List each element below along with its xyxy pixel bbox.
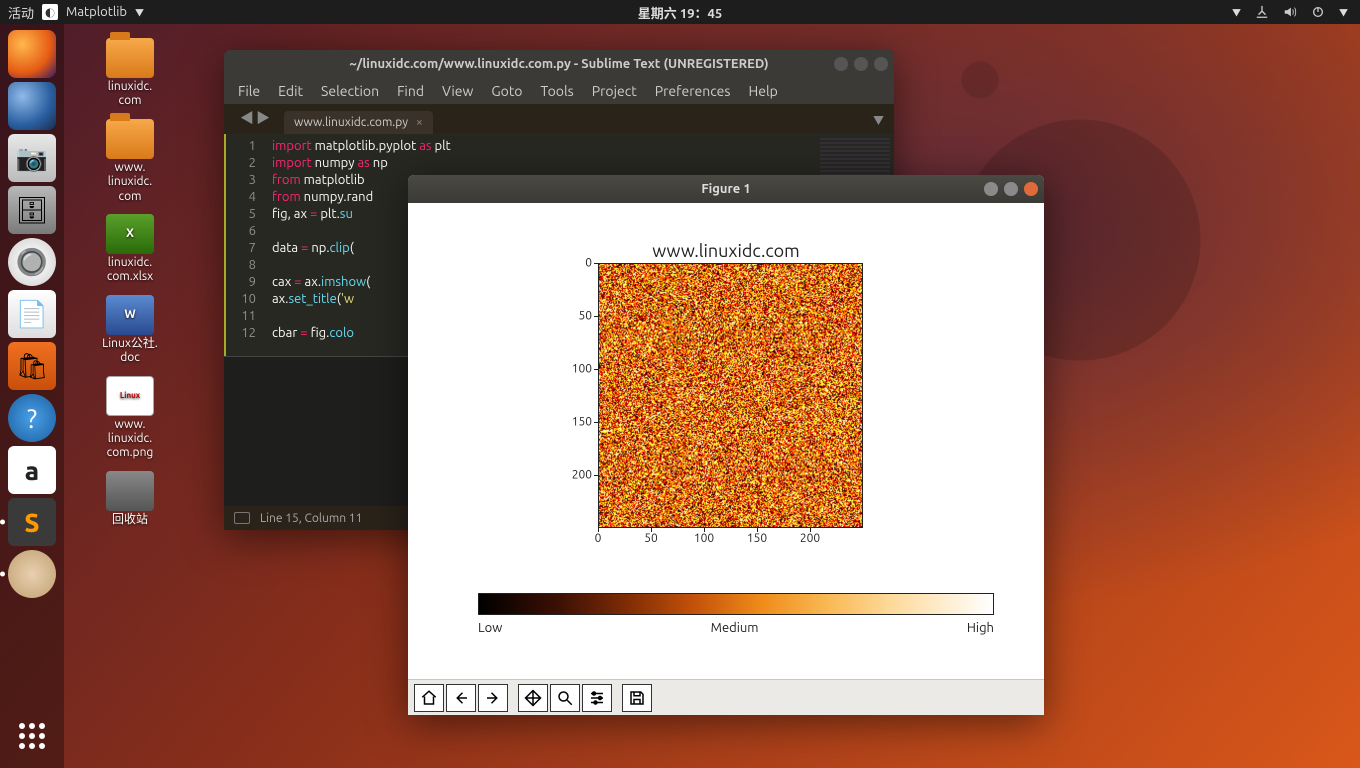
tab-overflow-icon[interactable]: ▼ [873, 112, 884, 128]
toolbar-save-button[interactable] [622, 684, 652, 712]
toolbar-zoom-button[interactable] [550, 684, 580, 712]
menu-project[interactable]: Project [592, 83, 637, 99]
colorbar-label-high: High [967, 621, 994, 635]
dock-camera[interactable]: 📷 [8, 134, 56, 182]
dock-rhythmbox[interactable]: 🔘 [8, 238, 56, 286]
editor-tab[interactable]: www.linuxidc.com.py × [284, 111, 433, 134]
sublime-menubar: File Edit Selection Find View Goto Tools… [224, 78, 894, 104]
doc-icon: W [106, 295, 154, 335]
tab-label: www.linuxidc.com.py [294, 116, 408, 129]
desktop-folder-www[interactable]: www. linuxidc. com [80, 119, 180, 204]
dock-amazon[interactable]: a [8, 446, 56, 494]
dock: 📷 🗄 🔘 📄 🛍 ? a S [0, 24, 64, 768]
trash-icon [106, 471, 154, 511]
app-menu-label[interactable]: Matplotlib [66, 5, 127, 19]
colorbar-label-low: Low [478, 621, 502, 635]
menu-help[interactable]: Help [748, 83, 777, 99]
menu-goto[interactable]: Goto [491, 83, 522, 99]
toolbar-pan-button[interactable] [518, 684, 548, 712]
mpl-maximize-button[interactable] [1004, 182, 1018, 196]
activities-button[interactable]: 活动 [8, 3, 34, 22]
sublime-titlebar[interactable]: ~/linuxidc.com/www.linuxidc.com.py - Sub… [224, 50, 894, 78]
desktop-file-doc[interactable]: WLinux公社. doc [80, 295, 180, 366]
sublime-maximize-button[interactable] [854, 57, 868, 71]
toolbar-back-button[interactable] [446, 684, 476, 712]
mpl-close-button[interactable] [1024, 182, 1038, 196]
desktop-icons: linuxidc. com www. linuxidc. com Xlinuxi… [80, 38, 180, 527]
dock-software[interactable]: 🛍 [8, 342, 56, 390]
input-source-indicator[interactable]: ▼ [1232, 6, 1241, 19]
folder-icon [106, 119, 154, 159]
status-cursor: Line 15, Column 11 [260, 512, 362, 525]
chart-axes: 0 50 100 150 200 0 50 100 150 200 [598, 263, 863, 528]
menu-tools[interactable]: Tools [541, 83, 574, 99]
network-icon[interactable] [1255, 5, 1269, 19]
sublime-close-button[interactable] [874, 57, 888, 71]
mpl-minimize-button[interactable] [984, 182, 998, 196]
sublime-minimize-button[interactable] [834, 57, 848, 71]
sublime-title: ~/linuxidc.com/www.linuxidc.com.py - Sub… [349, 57, 768, 71]
dock-firefox[interactable] [8, 30, 56, 78]
volume-icon[interactable] [1283, 5, 1297, 19]
dock-matplotlib[interactable] [8, 550, 56, 598]
toolbar-configure-button[interactable] [582, 684, 612, 712]
menu-find[interactable]: Find [397, 83, 424, 99]
clock[interactable]: 星期六 19：45 [638, 3, 722, 22]
mpl-titlebar[interactable]: Figure 1 [408, 175, 1044, 203]
dock-help[interactable]: ? [8, 394, 56, 442]
system-menu-chevron-icon: ▼ [1339, 6, 1348, 19]
dock-sublime[interactable]: S [8, 498, 56, 546]
desktop-folder-linuxidc[interactable]: linuxidc. com [80, 38, 180, 109]
mpl-toolbar [408, 679, 1044, 715]
colorbar: Low Medium High [478, 593, 994, 635]
chart-title: www.linuxidc.com [408, 241, 1044, 261]
tab-nav-back-icon[interactable]: ◀ [240, 108, 254, 128]
mpl-canvas: www.linuxidc.com 0 50 100 150 200 0 50 1… [408, 203, 1044, 679]
dock-libreoffice[interactable]: 📄 [8, 290, 56, 338]
matplotlib-window: Figure 1 www.linuxidc.com 0 50 100 150 2… [408, 175, 1044, 715]
desktop-trash[interactable]: 回收站 [80, 471, 180, 527]
colorbar-label-medium: Medium [711, 621, 759, 635]
desktop-file-png[interactable]: Linuxwww. linuxidc. com.png [80, 376, 180, 461]
heatmap-image [598, 263, 863, 528]
folder-icon [106, 38, 154, 78]
app-menu-icon[interactable]: ◐ [42, 4, 58, 20]
tab-close-icon[interactable]: × [416, 116, 423, 129]
xls-icon: X [106, 214, 154, 254]
tab-nav-fwd-icon[interactable]: ▶ [256, 108, 270, 128]
sublime-tabbar: ◀ ▶ www.linuxidc.com.py × ▼ [224, 104, 894, 134]
top-panel: 活动 ◐ Matplotlib ▼ 星期六 19：45 ▼ ▼ [0, 0, 1360, 24]
mpl-title: Figure 1 [701, 182, 750, 196]
status-panel-icon[interactable] [234, 512, 250, 524]
desktop-file-xlsx[interactable]: Xlinuxidc. com.xlsx [80, 214, 180, 285]
toolbar-home-button[interactable] [414, 684, 444, 712]
app-menu-chevron-icon: ▼ [135, 6, 144, 19]
menu-selection[interactable]: Selection [321, 83, 379, 99]
menu-view[interactable]: View [442, 83, 473, 99]
menu-file[interactable]: File [238, 83, 260, 99]
power-icon[interactable] [1311, 5, 1325, 19]
dock-show-apps[interactable] [8, 712, 56, 760]
toolbar-forward-button[interactable] [478, 684, 508, 712]
colorbar-gradient [478, 593, 994, 615]
dock-thunderbird[interactable] [8, 82, 56, 130]
line-gutter: 123456789101112 [224, 134, 264, 356]
menu-preferences[interactable]: Preferences [655, 83, 731, 99]
png-icon: Linux [106, 376, 154, 416]
menu-edit[interactable]: Edit [278, 83, 303, 99]
dock-files[interactable]: 🗄 [8, 186, 56, 234]
